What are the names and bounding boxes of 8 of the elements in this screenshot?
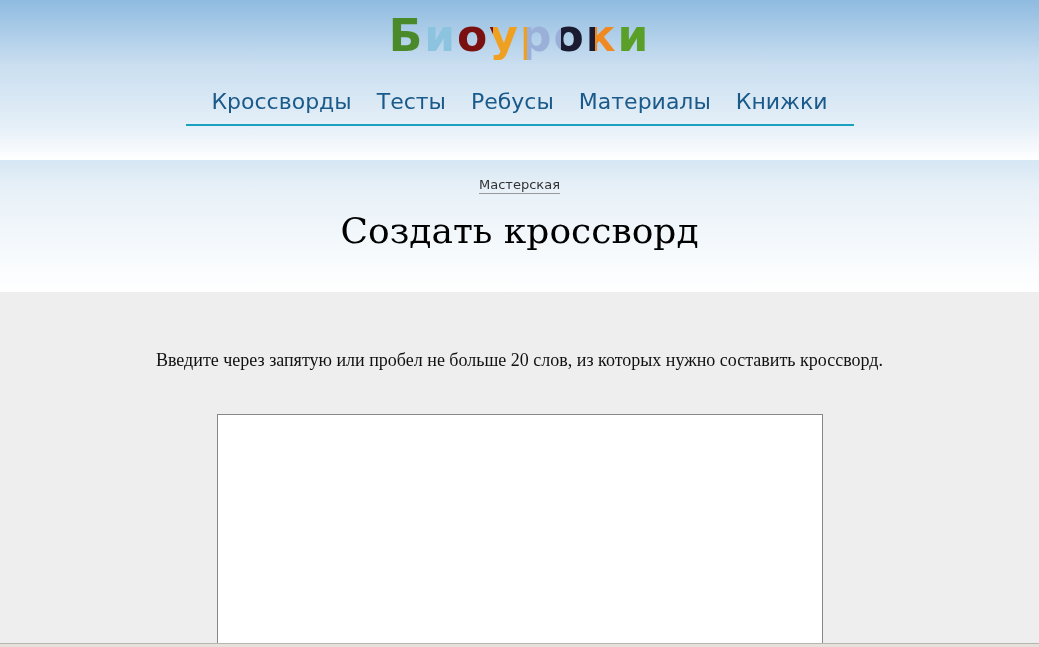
nav-link[interactable]: Тесты xyxy=(376,86,446,122)
nav-link[interactable]: Книжки xyxy=(735,86,828,122)
instruction-text: Введите через запятую или пробел не больше 20 слов, из которых нужно составить кроссворд. xyxy=(154,349,884,372)
nav-link[interactable]: Кроссворды xyxy=(211,86,352,122)
nav-link[interactable]: Материалы xyxy=(578,86,711,122)
page-title: Создать кроссворд xyxy=(340,209,699,253)
nav-link[interactable]: Ребусы xyxy=(470,86,554,122)
breadcrumb-link[interactable]: Мастерская xyxy=(479,177,560,194)
